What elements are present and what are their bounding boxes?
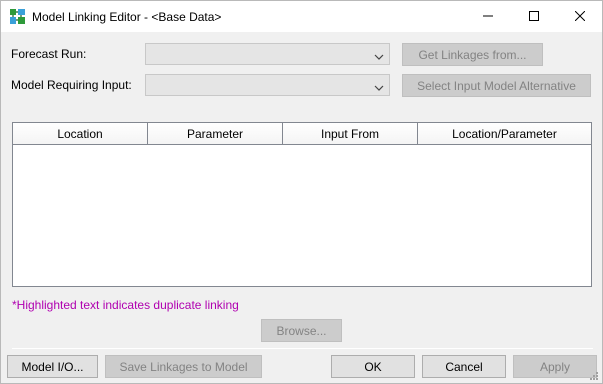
table-header: Location Parameter Input From Location/P…	[13, 123, 591, 145]
column-header-input-from[interactable]: Input From	[283, 123, 418, 144]
minimize-button[interactable]	[465, 1, 511, 32]
chevron-down-icon	[374, 81, 384, 91]
model-requiring-input-select[interactable]	[145, 74, 390, 96]
select-input-model-alternative-button[interactable]: Select Input Model Alternative	[402, 74, 591, 97]
duplicate-linking-note: *Highlighted text indicates duplicate li…	[12, 298, 239, 312]
get-linkages-button[interactable]: Get Linkages from...	[402, 43, 543, 66]
forecast-run-select[interactable]	[145, 43, 390, 65]
cancel-button[interactable]: Cancel	[422, 355, 506, 378]
forecast-run-label: Forecast Run:	[11, 47, 87, 61]
model-linking-app-icon	[9, 8, 26, 25]
minimize-icon	[483, 10, 493, 24]
browse-button[interactable]: Browse...	[261, 319, 342, 342]
title-bar[interactable]: Model Linking Editor - <Base Data>	[1, 1, 602, 32]
model-linking-editor-window: Model Linking Editor - <Base Data> Forec…	[0, 0, 603, 384]
close-icon	[574, 10, 586, 24]
save-linkages-button[interactable]: Save Linkages to Model	[105, 355, 262, 378]
linkage-table[interactable]: Location Parameter Input From Location/P…	[12, 122, 592, 287]
maximize-button[interactable]	[511, 1, 557, 32]
footer-separator	[12, 348, 593, 349]
window-title: Model Linking Editor - <Base Data>	[32, 10, 222, 24]
maximize-icon	[529, 10, 539, 24]
close-button[interactable]	[557, 1, 603, 32]
column-header-parameter[interactable]: Parameter	[148, 123, 283, 144]
model-requiring-input-label: Model Requiring Input:	[11, 78, 132, 92]
apply-button[interactable]: Apply	[513, 355, 597, 378]
column-header-location[interactable]: Location	[13, 123, 148, 144]
column-header-location-parameter[interactable]: Location/Parameter	[418, 123, 591, 144]
resize-grip-icon[interactable]	[589, 370, 599, 380]
ok-button[interactable]: OK	[331, 355, 415, 378]
model-io-button[interactable]: Model I/O...	[7, 355, 98, 378]
chevron-down-icon	[374, 50, 384, 60]
